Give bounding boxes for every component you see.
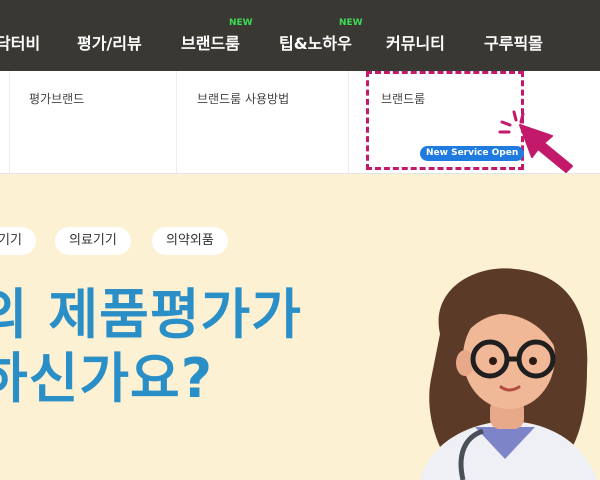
category-pill-medical-devices[interactable]: 의료기기 [55, 227, 131, 255]
new-label-tips: NEW [339, 18, 363, 28]
nav-item-doctorb[interactable]: 닥터비 [0, 30, 40, 54]
submenu-divider [348, 71, 349, 173]
pointer-arrow-icon [498, 110, 573, 173]
nav-item-brandroom[interactable]: 브랜드룸 [181, 30, 240, 54]
submenu-divider [176, 71, 177, 173]
hero-headline-line2: 하신가요? [0, 347, 214, 410]
submenu-item-brandroom-guide[interactable]: 브랜드룸 사용방법 [197, 90, 289, 107]
nav-item-community[interactable]: 커뮤니티 [386, 30, 445, 54]
category-pill[interactable]: 기기 [0, 227, 36, 255]
nav-item-gurupick-mall[interactable]: 구루픽몰 [484, 30, 543, 54]
category-pill-quasi-drugs[interactable]: 의약외품 [152, 227, 228, 255]
doctor-illustration [420, 268, 597, 480]
submenu-item-rated-brands[interactable]: 평가브랜드 [29, 90, 84, 107]
nav-item-tips[interactable]: 팁&노하우 [279, 30, 352, 54]
new-label-brandroom: NEW [229, 18, 253, 28]
submenu-divider [9, 71, 10, 173]
top-nav: 닥터비 평가/리뷰 NEW 브랜드룸 NEW 팁&노하우 커뮤니티 구루픽몰 [0, 0, 600, 71]
nav-item-review[interactable]: 평가/리뷰 [77, 30, 142, 54]
hero-section: 기기 의료기기 의약외품 의 제품평가가 하신가요? [0, 174, 600, 480]
